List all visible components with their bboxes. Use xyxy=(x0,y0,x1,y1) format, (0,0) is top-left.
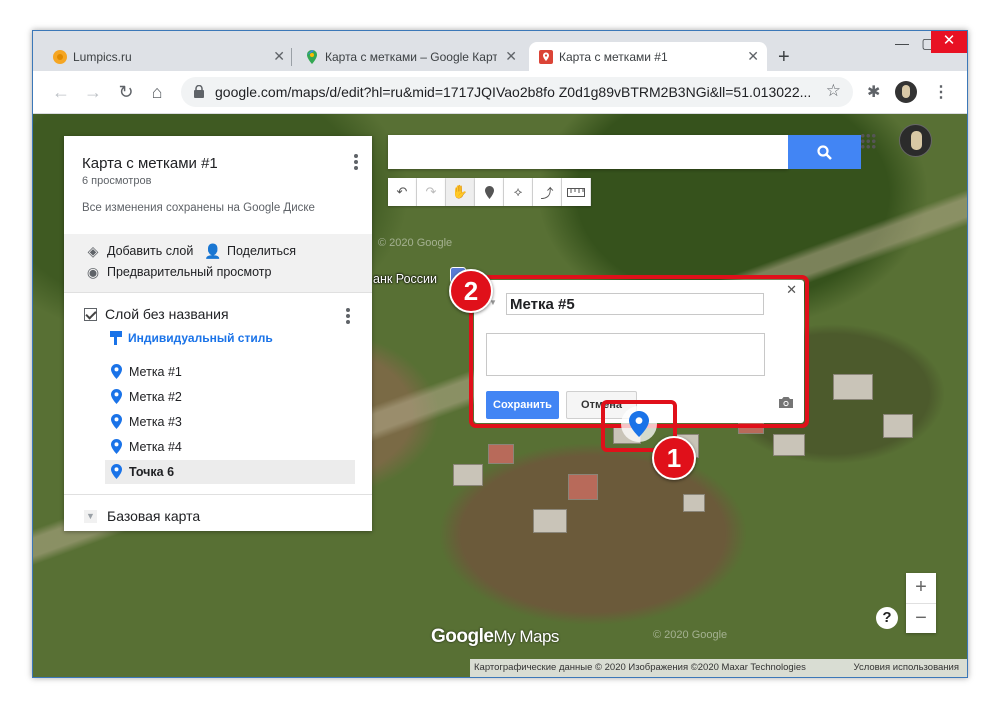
map-legend-panel: Карта с метками #1 6 просмотров Все изме… xyxy=(64,136,372,531)
paint-roller-icon xyxy=(110,331,122,345)
panel-actions: ◈ Добавить слой 👤 Поделиться ◉ Предварит… xyxy=(64,234,372,292)
view-count: 6 просмотров xyxy=(82,175,152,187)
tab-my-maps[interactable]: Карта с метками #1 ✕ xyxy=(529,42,767,71)
layer-options-icon[interactable] xyxy=(346,308,350,326)
layer-name[interactable]: Слой без названия xyxy=(105,306,229,322)
attribution-text: Картографические данные © 2020 Изображен… xyxy=(474,662,806,673)
back-icon[interactable]: ← xyxy=(49,81,73,103)
terms-link[interactable]: Условия использования xyxy=(854,659,959,677)
tab-title: Карта с метками #1 xyxy=(559,49,668,64)
map-watermark: © 2020 Google xyxy=(378,237,453,249)
eye-icon: ◉ xyxy=(86,264,100,280)
list-item-label: Метка #3 xyxy=(129,415,182,429)
ruler-icon[interactable] xyxy=(562,178,591,206)
reload-icon[interactable]: ↻ xyxy=(114,81,138,103)
marker-pin-icon xyxy=(111,364,122,379)
map-canvas[interactable]: © 2020 Google © 2020 Google анк России ↶… xyxy=(33,114,967,677)
tab-title: Lumpics.ru xyxy=(73,49,132,64)
zoom-out-button[interactable]: − xyxy=(906,603,936,633)
directions-icon[interactable]: ⤴ xyxy=(533,178,562,206)
tab-google-maps[interactable]: Карта с метками – Google Карты ✕ xyxy=(295,42,525,71)
list-item-label: Точка 6 xyxy=(129,465,175,479)
base-map-toggle[interactable]: ▼ Базовая карта xyxy=(84,508,200,524)
map-options-icon[interactable] xyxy=(354,154,358,172)
forward-icon[interactable]: → xyxy=(81,81,105,103)
zoom-control: + − xyxy=(906,573,936,633)
tab-strip: Lumpics.ru ✕ Карта с метками – Google Ка… xyxy=(33,31,967,71)
marker-pin-icon xyxy=(111,464,122,479)
tab-title: Карта с метками – Google Карты xyxy=(325,49,497,64)
browser-toolbar: ← → ↻ ⌂ google.com/maps/d/edit?hl=ru&mid… xyxy=(33,71,967,114)
extensions-icon[interactable]: ✱ xyxy=(867,82,880,102)
marker-pin-icon xyxy=(111,389,122,404)
list-item[interactable]: Метка #4 xyxy=(105,435,355,459)
map-watermark: © 2020 Google xyxy=(653,629,728,641)
list-item[interactable]: Метка #3 xyxy=(105,410,355,434)
list-item[interactable]: Метка #2 xyxy=(105,385,355,409)
list-item-label: Метка #1 xyxy=(129,365,182,379)
tab-close-icon[interactable]: ✕ xyxy=(747,48,759,65)
new-tab-button[interactable]: + xyxy=(778,47,790,67)
lock-icon xyxy=(194,85,204,98)
address-bar[interactable]: google.com/maps/d/edit?hl=ru&mid=1717JQI… xyxy=(181,77,853,107)
window-close-button[interactable]: ✕ xyxy=(931,31,967,53)
place-label[interactable]: анк России xyxy=(373,272,437,286)
add-layer-button[interactable]: ◈ Добавить слой xyxy=(84,243,194,259)
profile-avatar[interactable] xyxy=(895,81,917,103)
layer-checkbox[interactable] xyxy=(84,307,97,321)
home-icon[interactable]: ⌂ xyxy=(145,81,169,103)
save-status: Все изменения сохранены на Google Диске xyxy=(82,202,315,214)
hand-pan-icon[interactable]: ✋ xyxy=(446,178,475,206)
search-button[interactable] xyxy=(788,135,861,169)
redo-icon[interactable]: ↷ xyxy=(417,178,446,206)
style-label: Индивидуальный стиль xyxy=(128,331,273,345)
logo-mymaps: My Maps xyxy=(493,627,559,646)
share-button[interactable]: 👤 Поделиться xyxy=(204,244,296,258)
marker-pin-icon xyxy=(111,414,122,429)
list-item-label: Метка #4 xyxy=(129,440,182,454)
tab-close-icon[interactable]: ✕ xyxy=(505,48,517,65)
browser-window: Lumpics.ru ✕ Карта с метками – Google Ка… xyxy=(32,30,968,678)
google-maps-icon xyxy=(307,50,317,64)
draw-line-icon[interactable]: ⟡ xyxy=(504,178,533,206)
search-icon xyxy=(817,145,832,160)
add-person-icon: 👤 xyxy=(204,243,222,259)
preview-label: Предварительный просмотр xyxy=(107,265,272,279)
menu-kebab-icon[interactable]: ⋮ xyxy=(933,82,949,102)
map-title[interactable]: Карта с метками #1 xyxy=(82,155,218,172)
zoom-in-button[interactable]: + xyxy=(906,573,936,603)
step-badge: 2 xyxy=(449,269,493,313)
url-text: google.com/maps/d/edit?hl=ru&mid=1717JQI… xyxy=(215,84,812,100)
help-button[interactable]: ? xyxy=(876,607,898,629)
red-pin-icon xyxy=(539,50,553,64)
google-my-maps-logo: GoogleMy Maps xyxy=(431,626,559,648)
tab-lumpics[interactable]: Lumpics.ru ✕ xyxy=(43,42,293,71)
logo-google: Google xyxy=(431,626,494,647)
map-search-input[interactable] xyxy=(388,135,788,169)
list-item[interactable]: Метка #1 xyxy=(105,360,355,384)
map-attribution-bar: Картографические данные © 2020 Изображен… xyxy=(470,659,967,677)
add-layer-label: Добавить слой xyxy=(107,244,194,258)
account-avatar[interactable] xyxy=(899,124,932,157)
preview-button[interactable]: ◉ Предварительный просмотр xyxy=(84,264,272,280)
bookmark-star-icon[interactable]: ☆ xyxy=(826,81,841,101)
layers-icon: ◈ xyxy=(87,243,99,259)
map-tools: ↶ ↷ ✋ ⟡ ⤴ xyxy=(388,178,591,206)
layer-toggle[interactable]: Слой без названия xyxy=(84,306,229,322)
apps-grid-icon[interactable] xyxy=(860,133,876,149)
list-item-selected[interactable]: Точка 6 xyxy=(105,460,355,484)
style-link[interactable]: Индивидуальный стиль xyxy=(110,331,273,345)
orange-circle-icon xyxy=(53,50,67,64)
tab-close-icon[interactable]: ✕ xyxy=(273,48,285,65)
base-map-label: Базовая карта xyxy=(107,508,201,524)
share-label: Поделиться xyxy=(227,244,297,258)
undo-icon[interactable]: ↶ xyxy=(388,178,417,206)
list-item-label: Метка #2 xyxy=(129,390,182,404)
step-badge: 1 xyxy=(652,436,696,480)
expand-arrow-icon[interactable]: ▼ xyxy=(84,509,97,523)
marker-pin-icon xyxy=(111,439,122,454)
add-marker-icon[interactable] xyxy=(475,178,504,206)
